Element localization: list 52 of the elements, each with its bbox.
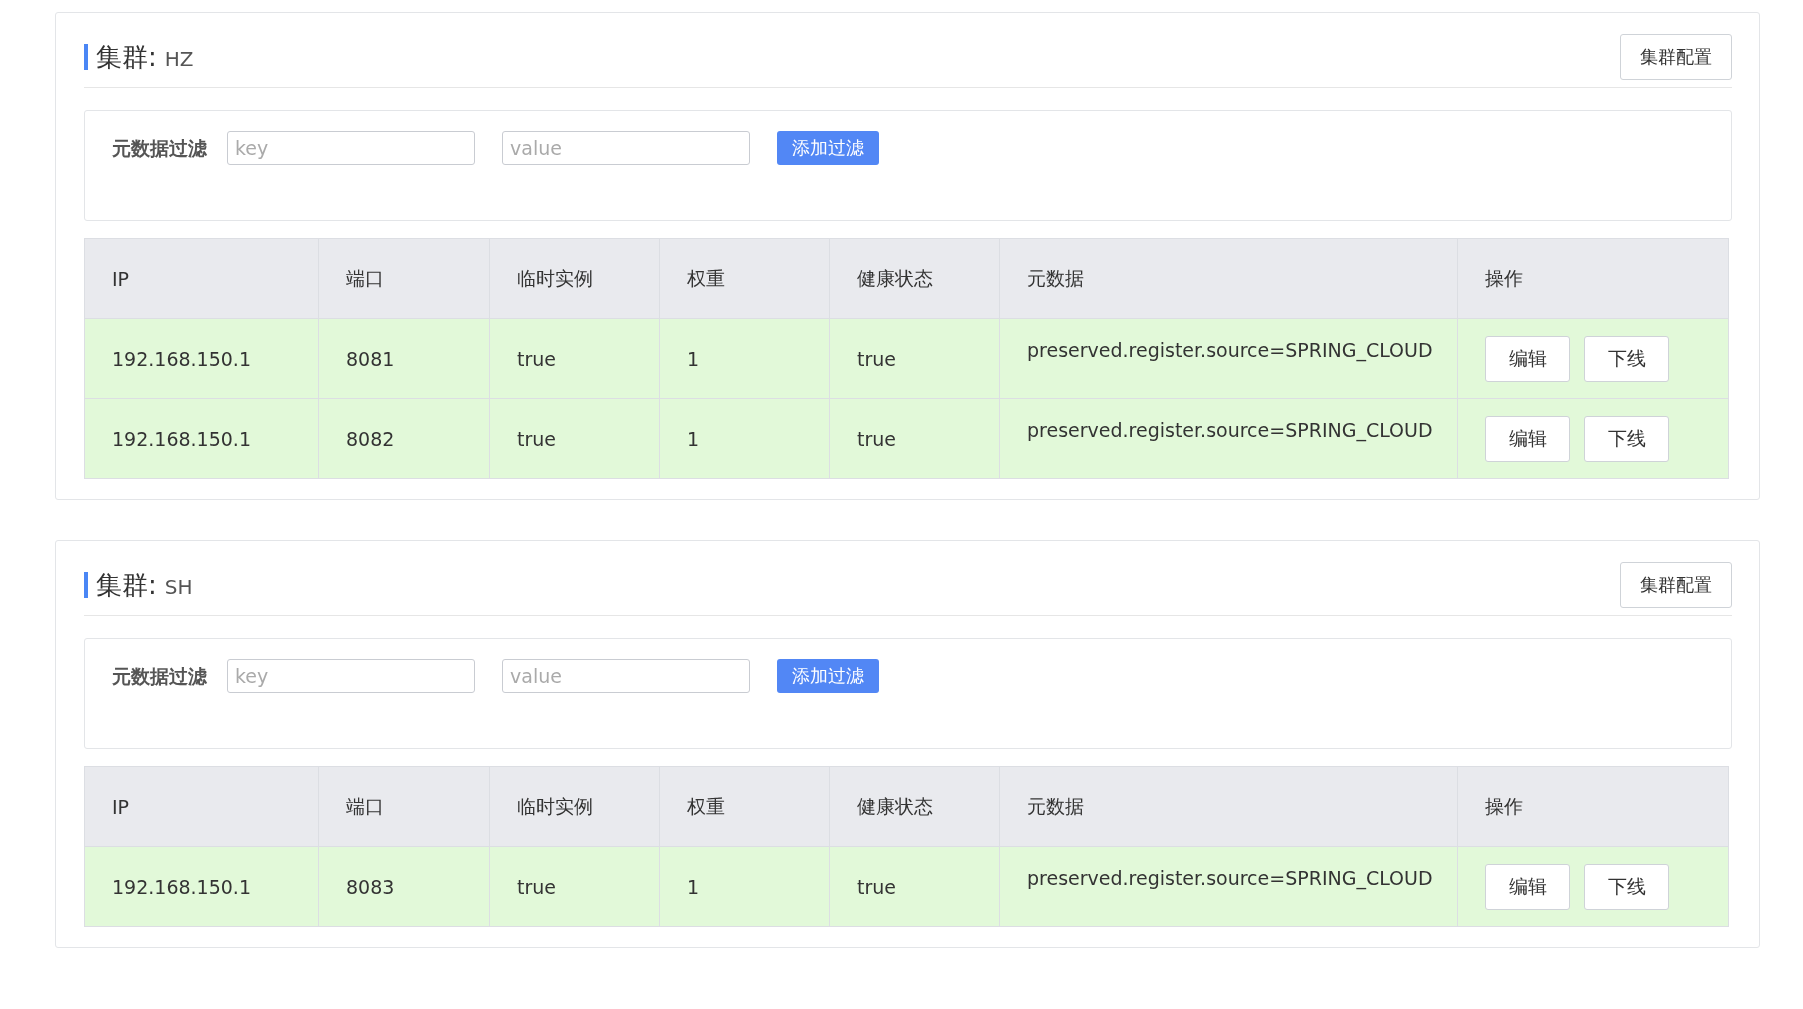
table-cell: true bbox=[829, 398, 1000, 479]
column-header: 权重 bbox=[659, 766, 830, 847]
edit-button[interactable]: 编辑 bbox=[1485, 863, 1570, 910]
cluster-name: SH bbox=[164, 575, 193, 599]
table-cell: preserved.register.source=SPRING_CLOUD bbox=[999, 846, 1458, 927]
offline-button[interactable]: 下线 bbox=[1584, 335, 1669, 382]
column-header: 临时实例 bbox=[489, 766, 660, 847]
column-header: 端口 bbox=[318, 238, 490, 319]
cluster-title-label: 集群: bbox=[96, 40, 157, 74]
table-cell: 192.168.150.1 bbox=[84, 318, 319, 399]
table-cell: true bbox=[489, 846, 660, 927]
table-cell: 192.168.150.1 bbox=[84, 398, 319, 479]
key-input-field[interactable]: key bbox=[227, 131, 475, 165]
column-header: 临时实例 bbox=[489, 238, 660, 319]
offline-button[interactable]: 下线 bbox=[1584, 415, 1669, 462]
cluster-name: HZ bbox=[164, 47, 194, 71]
column-header: 元数据 bbox=[999, 238, 1458, 319]
column-header: 权重 bbox=[659, 238, 830, 319]
column-header: 操作 bbox=[1457, 766, 1729, 847]
column-header: IP bbox=[84, 766, 319, 847]
table-cell: true bbox=[489, 398, 660, 479]
filter-label: 元数据过滤 bbox=[112, 136, 207, 161]
table-cell: 8083 bbox=[318, 846, 490, 927]
key-input-field[interactable]: key bbox=[227, 659, 475, 693]
edit-button[interactable]: 编辑 bbox=[1485, 415, 1570, 462]
offline-button[interactable]: 下线 bbox=[1584, 863, 1669, 910]
table-cell: preserved.register.source=SPRING_CLOUD bbox=[999, 318, 1458, 399]
title-accent-bar bbox=[84, 572, 88, 598]
table-cell: 1 bbox=[659, 398, 830, 479]
value-input-field[interactable]: value bbox=[502, 659, 750, 693]
table-cell: true bbox=[829, 318, 1000, 399]
table-cell: true bbox=[829, 846, 1000, 927]
table-cell: 8081 bbox=[318, 318, 490, 399]
title-accent-bar bbox=[84, 44, 88, 70]
filter-label: 元数据过滤 bbox=[112, 664, 207, 689]
table-cell: 192.168.150.1 bbox=[84, 846, 319, 927]
cluster-config-button[interactable]: 集群配置 bbox=[1620, 34, 1732, 80]
table-cell: true bbox=[489, 318, 660, 399]
table-cell: 8082 bbox=[318, 398, 490, 479]
column-header: 元数据 bbox=[999, 766, 1458, 847]
column-header: IP bbox=[84, 238, 319, 319]
column-header: 端口 bbox=[318, 766, 490, 847]
table-cell: preserved.register.source=SPRING_CLOUD bbox=[999, 398, 1458, 479]
edit-button[interactable]: 编辑 bbox=[1485, 335, 1570, 382]
column-header: 健康状态 bbox=[829, 238, 1000, 319]
table-cell: 1 bbox=[659, 318, 830, 399]
cluster-config-button[interactable]: 集群配置 bbox=[1620, 562, 1732, 608]
table-cell: 1 bbox=[659, 846, 830, 927]
column-header: 操作 bbox=[1457, 238, 1729, 319]
cluster-title-label: 集群: bbox=[96, 568, 157, 602]
value-input-field[interactable]: value bbox=[502, 131, 750, 165]
column-header: 健康状态 bbox=[829, 766, 1000, 847]
